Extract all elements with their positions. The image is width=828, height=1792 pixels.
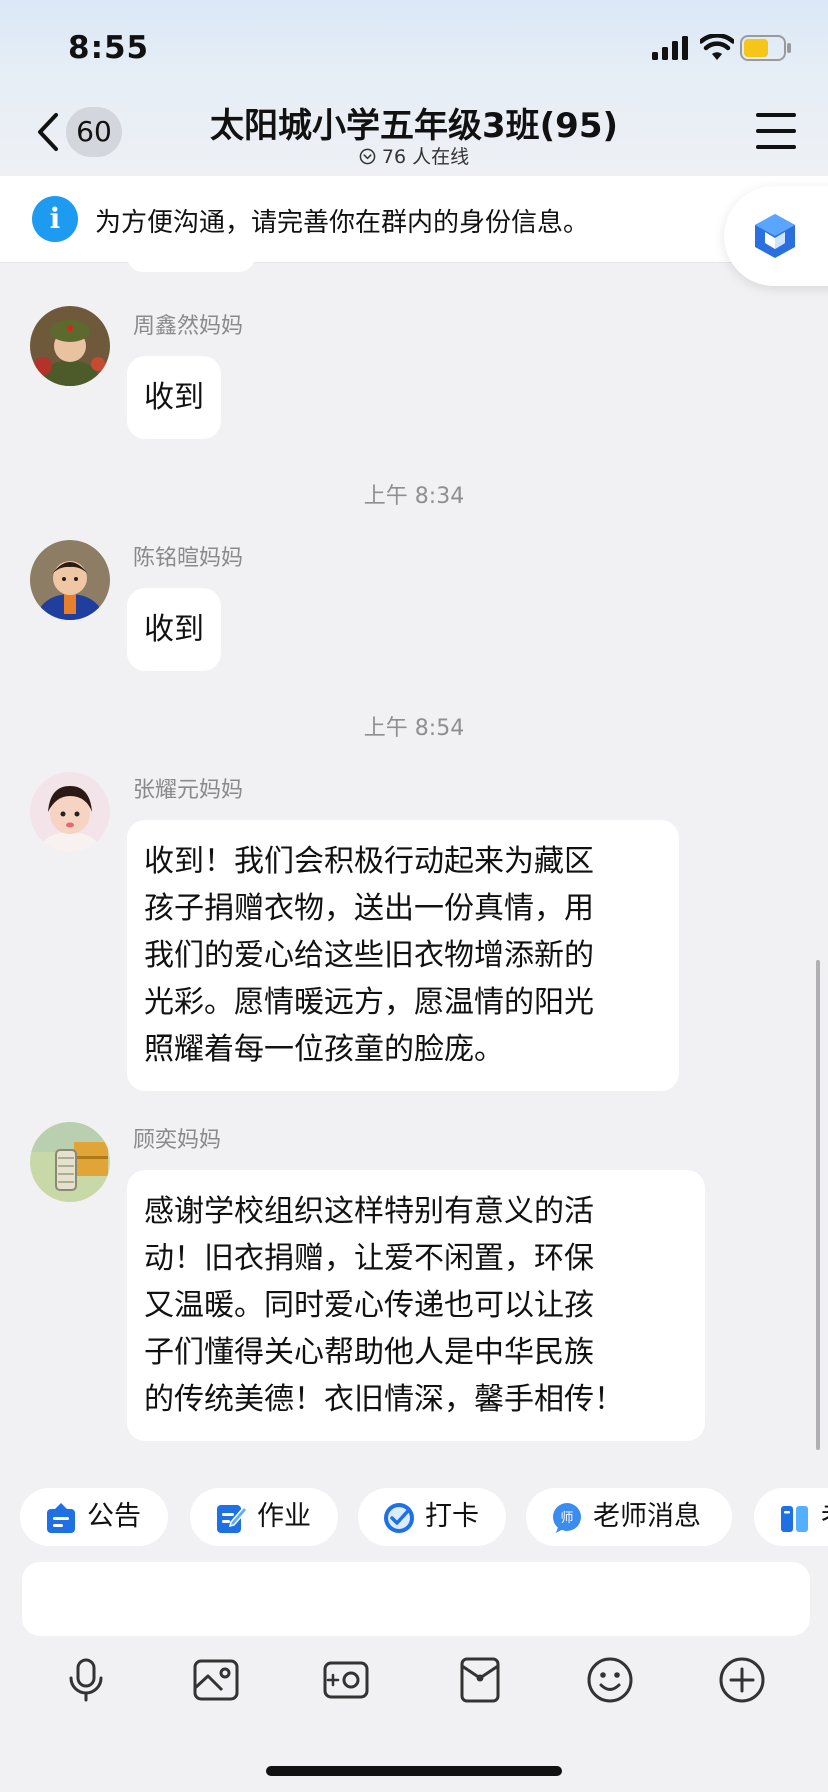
announcement-icon bbox=[47, 1503, 75, 1533]
book-icon bbox=[781, 1506, 808, 1532]
wifi-icon bbox=[700, 34, 734, 60]
home-indicator[interactable] bbox=[266, 1766, 562, 1776]
group-title[interactable]: 太阳城小学五年级3班(95) bbox=[130, 98, 698, 147]
teacher-message-icon: 师 bbox=[553, 1503, 581, 1533]
quick-actions-bar: 公告 作业 打卡 师 老师消息 老 bbox=[0, 1476, 828, 1556]
sender-name: 顾奕妈妈 bbox=[133, 1128, 222, 1153]
chat-scrollbar[interactable] bbox=[816, 960, 820, 1450]
chevron-circle-icon bbox=[359, 148, 376, 165]
avatar[interactable] bbox=[30, 540, 110, 620]
message-line: 又温暖。同时爱心传递也可以让孩 bbox=[144, 1288, 594, 1323]
message-line: 动！旧衣捐赠，让爱不闲置，环保 bbox=[144, 1241, 594, 1276]
header-bar: 8:55 60 太阳城小学五年级3班(95) 76 人在线 bbox=[0, 0, 828, 178]
red-packet-icon[interactable] bbox=[456, 1656, 504, 1704]
sender-name: 周鑫然妈妈 bbox=[133, 314, 244, 339]
camera-icon[interactable] bbox=[322, 1656, 370, 1704]
unread-count-badge: 60 bbox=[66, 107, 122, 157]
message-timestamp: 上午 8:34 bbox=[363, 484, 465, 509]
check-in-icon bbox=[384, 1503, 414, 1533]
info-icon: i bbox=[32, 196, 78, 242]
homework-icon bbox=[217, 1505, 248, 1533]
online-count: 76 人在线 bbox=[381, 146, 470, 168]
message-line: 我们的爱心给这些旧衣物增添新的 bbox=[144, 938, 594, 973]
teacher-message-button[interactable]: 师 老师消息 bbox=[526, 1488, 732, 1546]
message-line: 照耀着每一位孩童的脸庞。 bbox=[144, 1032, 504, 1067]
shortcut-label: 老师消息 bbox=[593, 1501, 701, 1532]
message-line: 光彩。愿情暖远方，愿温情的阳光 bbox=[144, 985, 594, 1020]
partial-message-bubble bbox=[127, 238, 255, 272]
status-time: 8:55 bbox=[68, 30, 150, 66]
identity-notice-banner[interactable]: i 为方便沟通，请完善你在群内的身份信息。 bbox=[0, 176, 828, 263]
message-line: 子们懂得关心帮助他人是中华民族 bbox=[144, 1335, 594, 1370]
image-icon[interactable] bbox=[192, 1656, 240, 1704]
online-status: 76 人在线 bbox=[130, 142, 698, 169]
message-timestamp: 上午 8:54 bbox=[363, 716, 465, 741]
shortcut-label: 公告 bbox=[87, 1501, 141, 1532]
floating-app-button[interactable] bbox=[724, 186, 828, 286]
cellular-signal-icon bbox=[652, 36, 688, 60]
avatar[interactable] bbox=[30, 1122, 110, 1202]
back-arrow-icon bbox=[38, 113, 58, 151]
notice-text: 为方便沟通，请完善你在群内的身份信息。 bbox=[95, 208, 590, 238]
message-line: 孩子捐赠衣物，送出一份真情，用 bbox=[144, 891, 594, 926]
message-bubble[interactable]: 收到 bbox=[127, 356, 221, 439]
svg-text:师: 师 bbox=[560, 1511, 573, 1526]
message-bubble[interactable]: 收到！我们会积极行动起来为藏区 孩子捐赠衣物，送出一份真情，用 我们的爱心给这些… bbox=[127, 820, 679, 1091]
emoji-icon[interactable] bbox=[586, 1656, 634, 1704]
shortcut-label: 打卡 bbox=[425, 1501, 479, 1532]
more-shortcut-button[interactable]: 老 bbox=[754, 1488, 828, 1546]
microphone-icon[interactable] bbox=[62, 1656, 110, 1704]
message-line: 收到！我们会积极行动起来为藏区 bbox=[144, 844, 594, 879]
message-line: 的传统美德！衣旧情深，馨手相传！ bbox=[144, 1382, 624, 1417]
sender-name: 张耀元妈妈 bbox=[133, 778, 244, 803]
check-in-button[interactable]: 打卡 bbox=[358, 1488, 506, 1546]
battery-icon bbox=[740, 35, 791, 61]
avatar[interactable] bbox=[30, 306, 110, 386]
plus-icon[interactable] bbox=[718, 1656, 766, 1704]
message-input[interactable] bbox=[22, 1562, 810, 1636]
sender-name: 陈铭暄妈妈 bbox=[133, 546, 244, 571]
message-bubble[interactable]: 收到 bbox=[127, 588, 221, 671]
cube-app-icon bbox=[755, 214, 795, 258]
menu-icon[interactable] bbox=[756, 113, 796, 149]
message-line: 感谢学校组织这样特别有意义的活 bbox=[144, 1194, 594, 1229]
homework-button[interactable]: 作业 bbox=[190, 1488, 338, 1546]
announcement-button[interactable]: 公告 bbox=[20, 1488, 168, 1546]
avatar[interactable] bbox=[30, 772, 110, 852]
message-bubble[interactable]: 感谢学校组织这样特别有意义的活 动！旧衣捐赠，让爱不闲置，环保 又温暖。同时爱心… bbox=[127, 1170, 705, 1441]
shortcut-label: 作业 bbox=[257, 1501, 311, 1532]
shortcut-label: 老 bbox=[821, 1488, 828, 1546]
back-button[interactable]: 60 bbox=[30, 104, 126, 160]
